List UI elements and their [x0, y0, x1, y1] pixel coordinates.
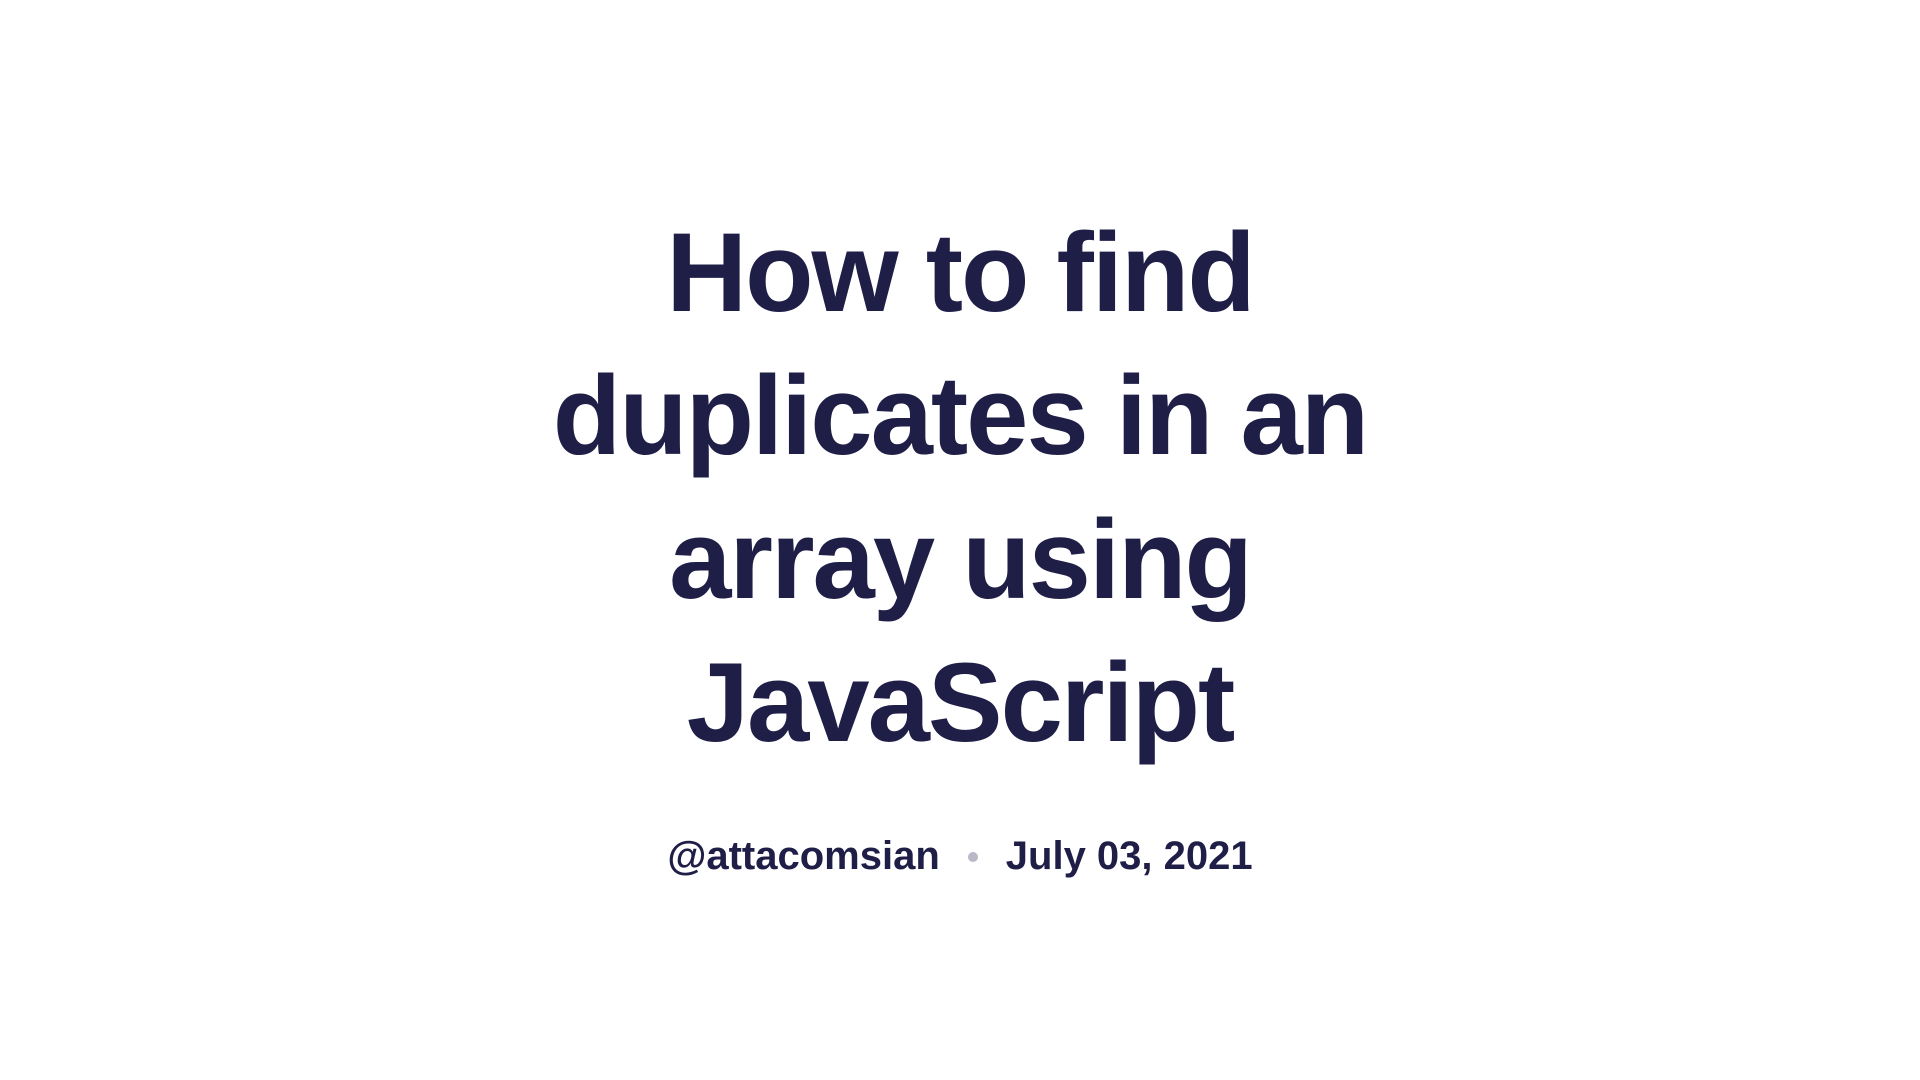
- article-title: How to find duplicates in an array using…: [460, 201, 1460, 774]
- author-handle: @attacomsian: [667, 834, 939, 879]
- article-header: How to find duplicates in an array using…: [460, 201, 1460, 879]
- publish-date: July 03, 2021: [1006, 834, 1253, 879]
- article-meta: @attacomsian July 03, 2021: [460, 834, 1460, 879]
- separator-dot: [968, 852, 978, 862]
